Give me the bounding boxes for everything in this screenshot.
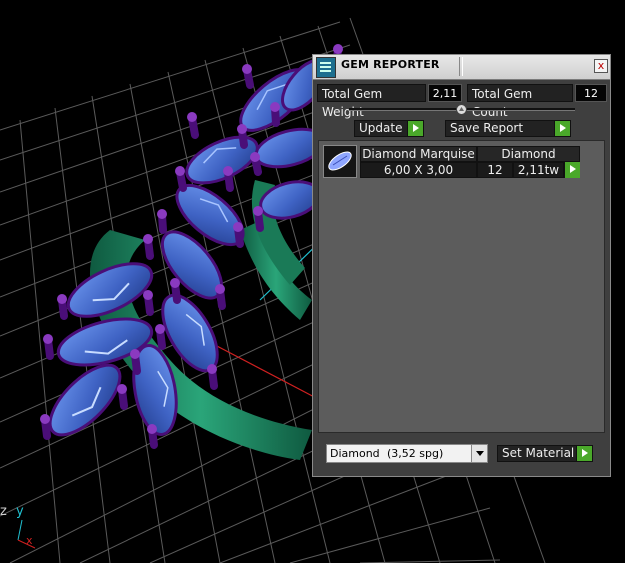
save-report-button[interactable]: Save Report [445,120,571,137]
update-button[interactable]: Update [354,120,424,137]
gem-thumbnail [323,145,357,178]
title-bar[interactable]: GEM REPORTER x [313,55,610,80]
set-material-button-label: Set Material [502,446,575,460]
green-arrow-icon [407,121,423,136]
gem-weight: 2,11tw [513,162,564,178]
material-select-name: Diamond [330,447,380,460]
gem-name: Diamond Marquise [360,146,477,162]
update-button-label: Update [359,121,403,135]
title-divider [459,57,463,76]
gem-size: 6,00 X 3,00 [360,162,477,178]
axis-label-x: x [26,534,33,547]
chevron-down-icon[interactable] [471,445,487,462]
green-arrow-icon[interactable] [564,162,580,178]
marquise-gem [48,363,122,437]
axis-gizmo: z y x [0,498,40,558]
set-material-button[interactable]: Set Material [497,445,593,462]
axis-x-line [214,344,321,401]
green-arrow-icon [554,121,570,136]
total-gem-count-value: 12 [575,84,607,102]
axis-label-z: z [0,504,7,519]
save-report-button-label: Save Report [450,121,524,135]
total-gem-count-label: Total Gem Count [467,84,573,119]
material-select[interactable]: Diamond (3,52 spg) [326,444,488,463]
marquise-gem-icon [328,151,352,171]
green-arrow-icon [576,446,592,461]
panel-slider-handle[interactable] [456,104,467,115]
gem-material: Diamond [477,146,580,162]
material-select-density: (3,52 spg) [387,447,444,460]
gem-reporter-icon [316,57,336,78]
total-gem-weight-value: 2,11 [428,84,462,102]
panel-title: GEM REPORTER [341,58,440,71]
gem-list[interactable]: Diamond Marquise Diamond 6,00 X 3,00 12 … [318,140,605,433]
total-gem-weight-label: Total Gem Weight [317,84,426,119]
gem-count: 12 [477,162,513,178]
gem-reporter-panel: GEM REPORTER x Total Gem Weight 2,11 Tot… [312,54,611,477]
close-icon[interactable]: x [594,59,608,73]
axis-label-y: y [16,504,24,519]
